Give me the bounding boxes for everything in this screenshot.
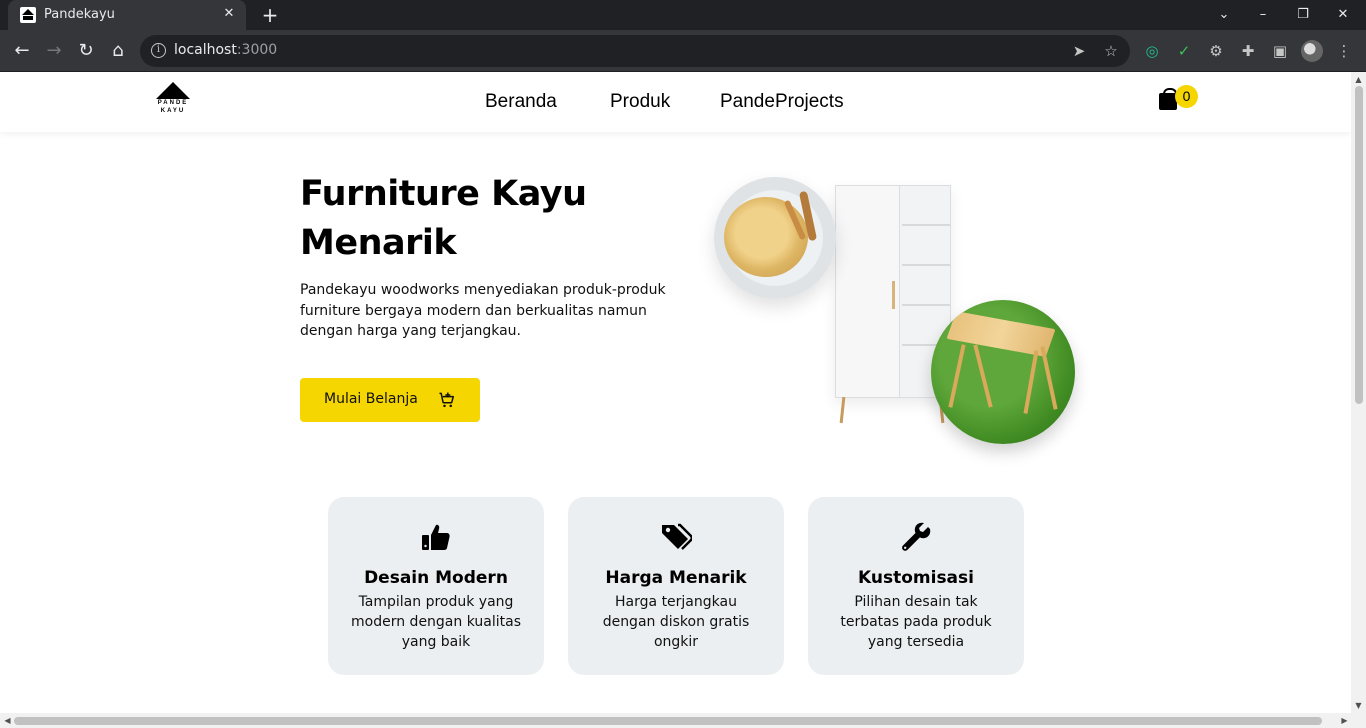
home-icon[interactable]: ⌂ <box>106 39 130 63</box>
side-panel-icon[interactable]: ▣ <box>1269 40 1291 62</box>
scroll-right-icon[interactable]: ▶ <box>1340 716 1349 725</box>
thumbs-up-icon <box>422 524 450 550</box>
browser-tab[interactable]: Pandekayu ✕ <box>8 0 246 30</box>
cart-button[interactable]: 0 <box>1159 85 1199 115</box>
cabinet-leg <box>839 396 846 424</box>
site-header: PANDE KAYU Beranda Produk PandeProjects … <box>0 72 1351 132</box>
extensions-puzzle-icon[interactable]: ✚ <box>1237 40 1259 62</box>
scroll-down-icon[interactable]: ▼ <box>1354 701 1363 710</box>
scroll-up-icon[interactable]: ▲ <box>1354 75 1363 84</box>
feature-card-desain-modern: Desain Modern Tampilan produk yang moder… <box>328 497 544 675</box>
back-icon[interactable]: ← <box>10 39 34 63</box>
reload-icon[interactable]: ↻ <box>74 39 98 63</box>
tab-search-icon[interactable]: ⌄ <box>1214 5 1234 25</box>
nav-produk[interactable]: Produk <box>610 91 670 113</box>
cabinet-door <box>836 186 900 397</box>
restore-icon[interactable]: ❐ <box>1293 5 1313 25</box>
extension-gear-icon[interactable]: ⚙ <box>1205 40 1227 62</box>
profile-avatar[interactable] <box>1301 40 1323 62</box>
table-leg <box>948 344 966 408</box>
horizontal-scrollbar[interactable]: ◀ ▶ <box>0 713 1366 728</box>
forward-icon[interactable]: → <box>42 39 66 63</box>
cabinet-handle <box>892 281 895 309</box>
tags-icon <box>662 523 692 550</box>
logo-roof-icon <box>156 82 190 99</box>
url-text: localhost:3000 <box>174 42 277 58</box>
hero-description: Pandekayu woodworks menyediakan produk-p… <box>300 282 666 339</box>
browser-tab-bar: Pandekayu ✕ + ⌄ – ❐ ✕ <box>0 0 1366 30</box>
table-leg <box>973 344 993 408</box>
hero-title-line2: Menarik <box>300 223 457 263</box>
browser-toolbar: ← → ↻ ⌂ i localhost:3000 ➤ ☆ ◎ ✓ ⚙ ✚ ▣ ⋮ <box>0 30 1366 72</box>
tab-title: Pandekayu <box>44 7 115 22</box>
site-info-icon[interactable]: i <box>151 43 166 58</box>
send-icon[interactable]: ➤ <box>1069 41 1089 61</box>
extension-target-icon[interactable]: ◎ <box>1141 40 1163 62</box>
feature-title: Desain Modern <box>364 568 508 588</box>
cutting-board <box>724 197 808 277</box>
wooden-board-image <box>714 177 836 299</box>
favicon-icon <box>20 7 36 23</box>
feature-card-kustomisasi: Kustomisasi Pilihan desain tak terbatas … <box>808 497 1024 675</box>
url-host: localhost <box>174 42 237 58</box>
bookmark-star-icon[interactable]: ☆ <box>1101 41 1121 61</box>
scroll-left-icon[interactable]: ◀ <box>3 716 12 725</box>
start-shopping-button[interactable]: Mulai Belanja <box>300 378 480 422</box>
close-window-icon[interactable]: ✕ <box>1333 5 1353 25</box>
address-bar[interactable]: i localhost:3000 ➤ ☆ <box>140 35 1130 67</box>
feature-title: Kustomisasi <box>858 568 974 588</box>
logo-line1: PANDE <box>157 100 189 106</box>
url-port: :3000 <box>236 42 278 58</box>
horizontal-scroll-thumb[interactable] <box>14 717 1322 725</box>
cabinet-shelf <box>902 264 950 266</box>
extension-check-icon[interactable]: ✓ <box>1173 40 1195 62</box>
feature-title: Harga Menarik <box>605 568 747 588</box>
wooden-table-image <box>931 300 1075 444</box>
logo-line2: KAYU <box>160 108 186 114</box>
hero-title-line1: Furniture Kayu <box>300 174 587 214</box>
feature-card-harga-menarik: Harga Menarik Harga terjangkau dengan di… <box>568 497 784 675</box>
nav-pandeprojects[interactable]: PandeProjects <box>720 91 844 113</box>
vertical-scroll-thumb[interactable] <box>1355 86 1363 404</box>
table-leg <box>1040 346 1058 410</box>
page-viewport: PANDE KAYU Beranda Produk PandeProjects … <box>0 72 1351 713</box>
wrench-icon <box>902 522 931 551</box>
nav-beranda[interactable]: Beranda <box>485 91 557 113</box>
feature-description: Tampilan produk yang modern dengan kuali… <box>351 594 521 650</box>
table-leg <box>1023 350 1039 414</box>
feature-description: Pilihan desain tak terbatas pada produk … <box>840 594 992 650</box>
hero-title: Furniture Kayu Menarik <box>300 170 700 268</box>
site-logo[interactable]: PANDE KAYU <box>155 82 191 118</box>
vertical-scrollbar[interactable]: ▲ ▼ <box>1351 72 1366 713</box>
menu-icon[interactable]: ⋮ <box>1333 40 1355 62</box>
cart-plus-icon <box>439 392 454 408</box>
new-tab-button[interactable]: + <box>258 3 282 27</box>
cabinet-shelf <box>902 224 950 226</box>
cabinet-shelf <box>902 304 950 306</box>
feature-description: Harga terjangkau dengan diskon gratis on… <box>602 594 750 650</box>
start-shopping-label: Mulai Belanja <box>324 391 418 407</box>
tab-close-icon[interactable]: ✕ <box>220 5 238 23</box>
minimize-icon[interactable]: – <box>1253 5 1273 25</box>
cart-count-badge: 0 <box>1175 85 1198 108</box>
